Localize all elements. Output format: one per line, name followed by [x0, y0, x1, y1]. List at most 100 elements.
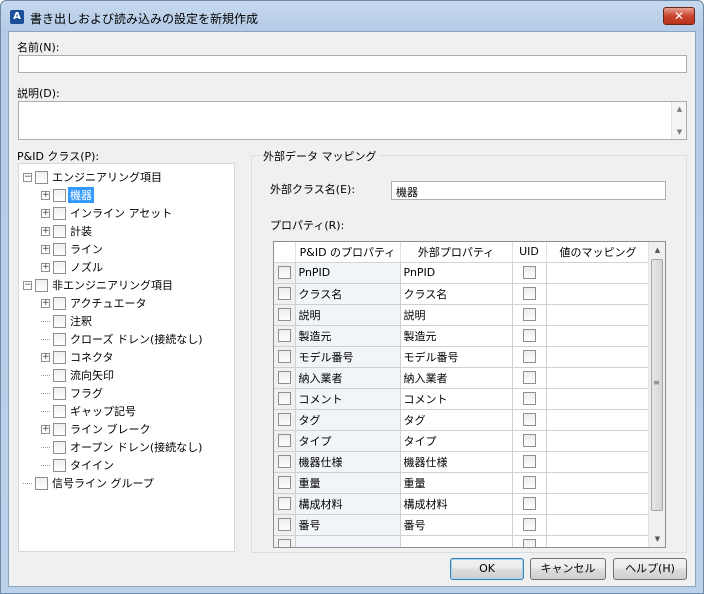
external-property-cell[interactable]: 納入業者 [400, 367, 513, 389]
property-grid[interactable]: P&ID のプロパティ 外部プロパティ UID 値のマッピング PnPID PnP… [273, 241, 666, 548]
tree-item-checkbox[interactable] [53, 440, 66, 454]
table-row[interactable]: PnPID PnPID [274, 262, 651, 284]
table-row[interactable]: モデル番号 モデル番号 [274, 346, 651, 368]
tree-item-checkbox[interactable] [53, 404, 66, 418]
tree-item-label[interactable]: タイイン [68, 457, 116, 473]
uid-cell[interactable] [512, 451, 547, 473]
uid-cell[interactable] [512, 367, 547, 389]
tree-item-checkbox[interactable] [53, 458, 66, 472]
external-property-cell[interactable]: 重量 [400, 472, 513, 494]
row-select-checkbox[interactable] [277, 266, 291, 280]
row-select-checkbox[interactable] [277, 371, 291, 385]
external-property-cell[interactable]: 番号 [400, 514, 513, 536]
row-select-cell[interactable] [274, 304, 296, 326]
uid-checkbox[interactable] [522, 455, 536, 469]
table-row[interactable]: 構成材料 構成材料 [274, 493, 651, 515]
external-property-cell[interactable]: タグ [400, 409, 513, 431]
uid-cell[interactable] [512, 535, 547, 547]
external-property-cell[interactable]: 構成材料 [400, 493, 513, 515]
help-button[interactable]: ヘルプ(H) [613, 558, 687, 580]
row-select-checkbox[interactable] [277, 308, 291, 322]
tree-item-checkbox[interactable] [53, 188, 66, 202]
uid-checkbox[interactable] [522, 371, 536, 385]
row-select-checkbox[interactable] [277, 497, 291, 511]
tree-item-label[interactable]: ライン ブレーク [68, 421, 153, 437]
uid-cell[interactable] [512, 493, 547, 515]
tree-item[interactable]: + ノズル [41, 258, 105, 276]
row-select-checkbox[interactable] [277, 518, 291, 532]
collapse-icon[interactable]: − [23, 280, 32, 290]
value-mapping-cell[interactable] [546, 409, 651, 431]
tree-item-label[interactable]: ノズル [68, 259, 105, 275]
tree-item-checkbox[interactable] [53, 332, 66, 346]
uid-checkbox[interactable] [522, 434, 536, 448]
table-row[interactable]: 納入業者 納入業者 [274, 367, 651, 389]
tree-item-label[interactable]: ライン [68, 241, 105, 257]
uid-checkbox[interactable] [522, 266, 536, 280]
tree-item[interactable]: + ライン ブレーク [41, 420, 153, 438]
tree-item-label[interactable]: クローズ ドレン(接続なし) [68, 331, 205, 347]
tree-item-label[interactable]: コネクタ [68, 349, 116, 365]
uid-cell[interactable] [512, 325, 547, 347]
tree-item[interactable]: − エンジニアリング項目 [23, 168, 164, 186]
value-mapping-cell[interactable] [546, 262, 651, 284]
uid-cell[interactable] [512, 514, 547, 536]
tree-item-checkbox[interactable] [53, 368, 66, 382]
value-mapping-cell[interactable] [546, 430, 651, 452]
expand-icon[interactable]: + [41, 208, 50, 218]
uid-checkbox[interactable] [522, 287, 536, 301]
row-select-cell[interactable] [274, 325, 296, 347]
row-select-cell[interactable] [274, 493, 296, 515]
value-mapping-cell[interactable] [546, 472, 651, 494]
title-bar[interactable]: A 書き出しおよび読み込みの設定を新規作成 ✕ [1, 1, 703, 31]
tree-item[interactable]: 信号ライン グループ [23, 474, 156, 492]
table-row[interactable]: 重量 重量 [274, 472, 651, 494]
tree-item[interactable]: 流向矢印 [41, 366, 116, 384]
column-header-uid[interactable]: UID [512, 242, 547, 263]
column-header-select[interactable] [274, 242, 296, 263]
tree-item-checkbox[interactable] [53, 242, 66, 256]
external-property-cell[interactable]: タイプ [400, 430, 513, 452]
tree-item[interactable]: + コネクタ [41, 348, 116, 366]
value-mapping-cell[interactable] [546, 388, 651, 410]
row-select-checkbox[interactable] [277, 539, 291, 547]
external-property-cell[interactable]: モデル番号 [400, 346, 513, 368]
row-select-checkbox[interactable] [277, 392, 291, 406]
table-row[interactable]: 製造元 製造元 [274, 325, 651, 347]
row-select-cell[interactable] [274, 451, 296, 473]
uid-cell[interactable] [512, 346, 547, 368]
tree-item[interactable]: + アクチュエータ [41, 294, 148, 312]
table-row[interactable]: タグ タグ [274, 409, 651, 431]
row-select-cell[interactable] [274, 430, 296, 452]
uid-cell[interactable] [512, 430, 547, 452]
tree-item-label[interactable]: 注釈 [68, 313, 94, 329]
value-mapping-cell[interactable] [546, 451, 651, 473]
row-select-cell[interactable] [274, 346, 296, 368]
value-mapping-cell[interactable] [546, 304, 651, 326]
uid-checkbox[interactable] [522, 518, 536, 532]
row-select-cell[interactable] [274, 535, 296, 547]
tree-item-label[interactable]: 信号ライン グループ [50, 475, 156, 491]
tree-item-label[interactable]: ギャップ記号 [68, 403, 138, 419]
uid-cell[interactable] [512, 409, 547, 431]
uid-checkbox[interactable] [522, 413, 536, 427]
expand-icon[interactable]: + [41, 262, 50, 272]
collapse-icon[interactable]: − [23, 172, 32, 182]
cancel-button[interactable]: キャンセル [530, 558, 606, 580]
tree-item[interactable]: フラグ [41, 384, 105, 402]
expand-icon[interactable]: + [41, 244, 50, 254]
tree-item[interactable]: + ライン [41, 240, 105, 258]
uid-checkbox[interactable] [522, 497, 536, 511]
tree-item[interactable]: オープン ドレン(接続なし) [41, 438, 204, 456]
description-input[interactable]: ▲ ▼ [18, 101, 687, 140]
uid-cell[interactable] [512, 388, 547, 410]
tree-item-label[interactable]: 流向矢印 [68, 367, 116, 383]
tree-item-checkbox[interactable] [53, 224, 66, 238]
tree-item[interactable]: + インライン アセット [41, 204, 174, 222]
value-mapping-cell[interactable] [546, 514, 651, 536]
uid-checkbox[interactable] [522, 308, 536, 322]
row-select-checkbox[interactable] [277, 350, 291, 364]
tree-item-checkbox[interactable] [53, 350, 66, 364]
external-property-cell[interactable]: PnPID [400, 262, 513, 284]
scroll-up-icon[interactable]: ▲ [649, 242, 665, 258]
